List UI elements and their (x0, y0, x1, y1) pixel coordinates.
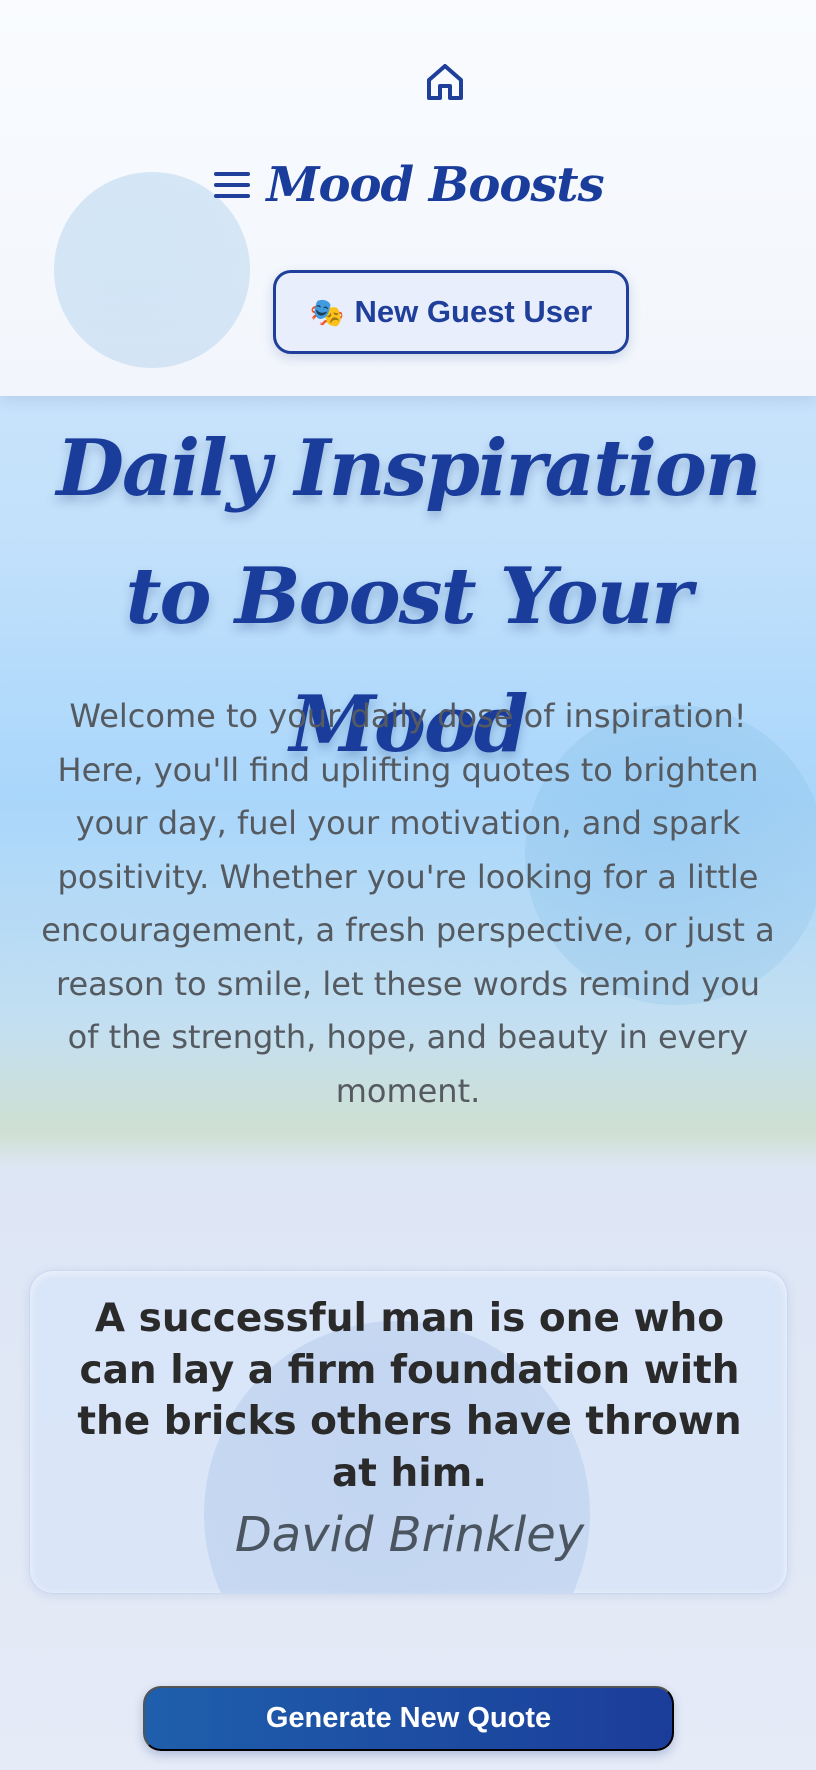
quote-text: A successful man is one who can lay a fi… (77, 1296, 742, 1496)
brand-title[interactable]: Mood Boosts (266, 157, 604, 213)
hamburger-menu-icon[interactable] (212, 167, 252, 203)
generate-new-quote-button[interactable]: Generate New Quote (143, 1686, 674, 1751)
new-guest-user-button[interactable]: 🎭 New Guest User (273, 270, 629, 354)
quote-card: A successful man is one who can lay a fi… (29, 1270, 788, 1594)
site-header: Mood Boosts 🎭 New Guest User (0, 0, 816, 396)
hero-description: Welcome to your daily dose of inspiratio… (41, 697, 775, 1110)
brand-row: Mood Boosts (0, 150, 816, 220)
home-icon[interactable] (423, 60, 467, 104)
new-guest-user-label: New Guest User (354, 294, 593, 329)
quote-author: David Brinkley (234, 1507, 585, 1563)
theater-masks-icon: 🎭 (309, 296, 345, 328)
